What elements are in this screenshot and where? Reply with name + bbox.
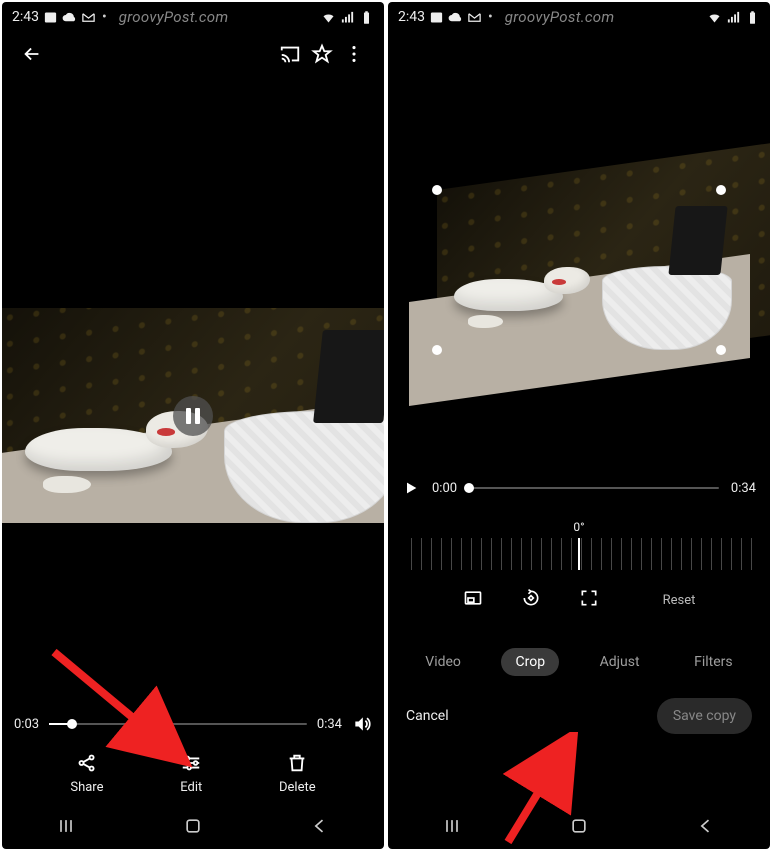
wifi-icon — [707, 10, 722, 25]
edit-seek-current: 0:00 — [432, 481, 457, 496]
tab-crop[interactable]: Crop — [501, 648, 559, 676]
image-icon — [429, 10, 444, 25]
nav-home[interactable] — [181, 814, 205, 838]
crop-handle-br[interactable] — [716, 345, 726, 355]
delete-label: Delete — [279, 780, 316, 795]
nav-recents[interactable] — [440, 814, 464, 838]
video-preview[interactable] — [2, 308, 384, 523]
cloud-icon — [62, 10, 77, 25]
watermark-text: groovyPost.com — [505, 8, 615, 26]
edit-bottom-bar: Cancel Save copy — [388, 676, 770, 744]
edit-button[interactable]: Edit — [180, 752, 202, 795]
action-bar: Share Edit Delete — [2, 744, 384, 803]
crop-preview[interactable] — [437, 190, 721, 350]
gmail-icon — [81, 10, 96, 25]
save-copy-button[interactable]: Save copy — [657, 698, 752, 734]
phone-left: 2:43 • groovyPost.com — [2, 2, 384, 849]
phone-right: 2:43 • groovyPost.com — [388, 2, 770, 849]
gmail-icon — [467, 10, 482, 25]
nav-back[interactable] — [694, 814, 718, 838]
cancel-button[interactable]: Cancel — [406, 708, 449, 724]
image-icon — [43, 10, 58, 25]
rotation-ruler[interactable] — [402, 538, 756, 570]
nav-back[interactable] — [308, 814, 332, 838]
reset-button[interactable]: Reset — [663, 593, 696, 608]
volume-icon[interactable] — [352, 714, 372, 734]
aspect-ratio-button[interactable] — [463, 588, 483, 612]
video-seek-bar[interactable]: 0:03 0:34 — [2, 704, 384, 744]
status-more: • — [102, 9, 107, 25]
wifi-icon — [321, 10, 336, 25]
status-time: 2:43 — [12, 9, 39, 25]
back-button[interactable] — [16, 38, 48, 70]
crop-handle-tr[interactable] — [716, 185, 726, 195]
trash-icon — [286, 752, 308, 774]
photo-toolbar — [2, 30, 384, 78]
play-button[interactable] — [402, 479, 420, 497]
favorite-icon[interactable] — [306, 38, 338, 70]
share-button[interactable]: Share — [70, 752, 103, 795]
crop-tool-row: Reset — [388, 588, 770, 612]
android-nav-bar — [2, 803, 384, 849]
share-label: Share — [70, 780, 103, 795]
cloud-icon — [448, 10, 463, 25]
watermark-text: groovyPost.com — [119, 8, 229, 26]
rotation-angle: 0° — [388, 520, 770, 534]
edit-tabs: Video Crop Adjust Filters — [388, 648, 770, 676]
status-bar: 2:43 • groovyPost.com — [2, 2, 384, 30]
tab-adjust[interactable]: Adjust — [586, 648, 654, 676]
nav-recents[interactable] — [54, 814, 78, 838]
seek-total: 0:34 — [317, 717, 342, 732]
tab-video[interactable]: Video — [411, 648, 475, 676]
rotate-button[interactable] — [521, 588, 541, 612]
battery-icon — [745, 10, 760, 25]
delete-button[interactable]: Delete — [279, 752, 316, 795]
share-icon — [76, 752, 98, 774]
edit-seek-bar: 0:00 0:34 — [388, 470, 770, 506]
crop-handle-bl[interactable] — [432, 345, 442, 355]
status-time: 2:43 — [398, 9, 425, 25]
android-nav-bar — [388, 803, 770, 849]
edit-seek-track[interactable] — [469, 487, 719, 489]
seek-current: 0:03 — [14, 717, 39, 732]
status-more: • — [488, 9, 493, 25]
cast-icon[interactable] — [274, 38, 306, 70]
crop-handle-tl[interactable] — [432, 185, 442, 195]
overflow-menu-icon[interactable] — [338, 38, 370, 70]
tab-filters[interactable]: Filters — [680, 648, 747, 676]
seek-track[interactable] — [49, 723, 307, 725]
edit-label: Edit — [180, 780, 202, 795]
status-bar: 2:43 • groovyPost.com — [388, 2, 770, 30]
pause-icon[interactable] — [173, 396, 213, 436]
nav-home[interactable] — [567, 814, 591, 838]
battery-icon — [359, 10, 374, 25]
expand-button[interactable] — [579, 588, 599, 612]
edit-sliders-icon — [180, 752, 202, 774]
signal-icon — [340, 10, 355, 25]
signal-icon — [726, 10, 741, 25]
edit-seek-total: 0:34 — [731, 481, 756, 496]
